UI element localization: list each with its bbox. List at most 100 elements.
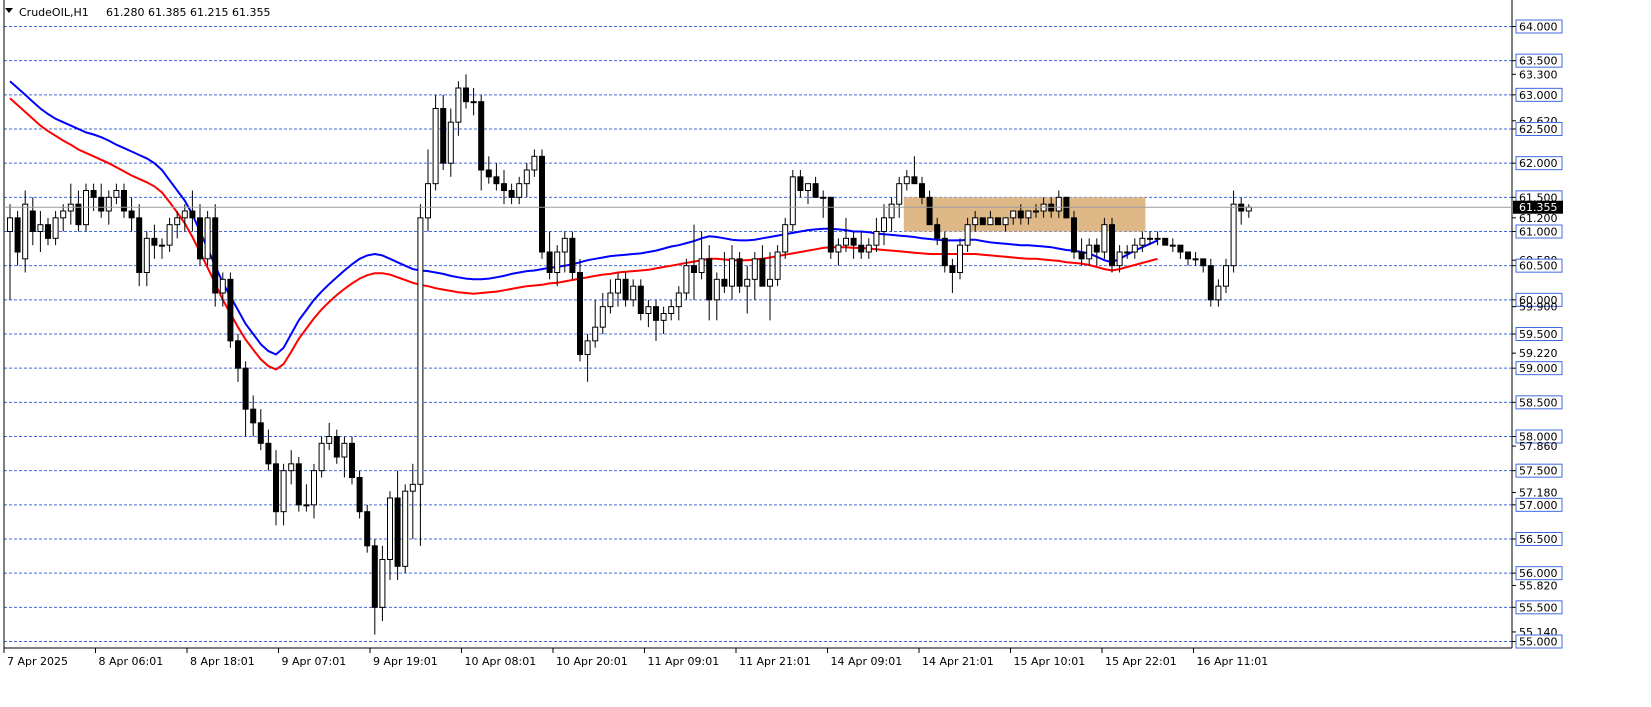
candle: [212, 204, 219, 307]
candle-body: [1093, 244, 1100, 253]
candle: [45, 217, 51, 246]
chart-header: CrudeOIL,H1 61.280 61.385 61.215 61.355: [5, 6, 270, 19]
candle-body: [1192, 258, 1199, 261]
candle: [235, 334, 241, 382]
candle: [485, 156, 492, 184]
candle-body: [1200, 258, 1207, 267]
price-label: 56.000: [1519, 567, 1558, 580]
candle: [447, 108, 454, 177]
candle: [911, 156, 918, 185]
candle-body: [280, 470, 287, 513]
price-label: 57.000: [1519, 499, 1558, 512]
candle: [645, 299, 652, 328]
candle: [744, 265, 751, 314]
candle-body: [843, 237, 849, 246]
ohlc-readout: 61.280 61.385 61.215 61.355: [106, 6, 270, 19]
candle: [151, 224, 158, 259]
candle: [979, 217, 986, 226]
candle: [1200, 258, 1207, 273]
candle-body: [1078, 251, 1085, 260]
collapse-triangle-icon[interactable]: [5, 8, 13, 13]
candle-body: [1185, 251, 1191, 260]
candle: [1223, 258, 1229, 293]
candle: [250, 395, 257, 437]
candle: [1207, 258, 1214, 307]
candle: [242, 361, 249, 437]
candle: [516, 176, 523, 205]
candle-body: [463, 87, 469, 103]
candle-body: [1055, 196, 1062, 212]
candle: [812, 176, 819, 198]
price-label: 64.000: [1519, 21, 1558, 34]
candle: [463, 74, 469, 109]
candle: [379, 545, 386, 621]
candle-body: [820, 196, 827, 199]
candle-body: [1025, 210, 1032, 219]
candle-body: [387, 497, 393, 560]
candle-body: [782, 224, 789, 253]
candle-body: [242, 367, 249, 410]
price-label: 59.000: [1519, 362, 1558, 375]
price-label: 57.500: [1519, 465, 1558, 478]
candle-body: [546, 251, 553, 273]
candle-body: [949, 265, 956, 273]
candle: [356, 470, 363, 519]
candle-body: [736, 258, 743, 287]
candle-body: [607, 292, 614, 308]
candle: [949, 258, 956, 293]
candle-body: [987, 217, 994, 226]
candle-body: [630, 285, 637, 301]
candle: [37, 211, 44, 252]
candle-body: [295, 463, 302, 506]
price-label: 61.000: [1519, 226, 1558, 239]
candle-body: [98, 196, 105, 212]
candle-body: [273, 463, 279, 513]
candle-body: [668, 306, 675, 314]
candle-body: [227, 278, 234, 342]
candle: [1215, 279, 1222, 307]
candle: [67, 183, 74, 225]
candle: [858, 231, 865, 259]
candle: [333, 429, 340, 464]
candle-body: [22, 203, 29, 260]
candle: [402, 484, 409, 574]
candle: [371, 539, 378, 635]
time-axis: 7 Apr 2025 8 Apr 06:01 8 Apr 18:01 9 Apr 07…: [3, 648, 1268, 668]
candle: [303, 484, 310, 512]
candle-body: [60, 210, 67, 219]
candle-body: [90, 190, 97, 198]
candle-body: [478, 101, 485, 171]
price-label: 63.000: [1519, 89, 1558, 102]
price-label: 59.500: [1519, 328, 1558, 341]
price-label: 62.000: [1519, 157, 1558, 170]
candle-body: [455, 87, 462, 123]
price-label: 55.000: [1519, 636, 1558, 649]
candle-body: [934, 224, 941, 239]
candle: [288, 450, 295, 485]
price-label: 63.500: [1519, 55, 1558, 68]
candle-body: [136, 217, 143, 273]
time-label: 14 Apr 09:01: [831, 655, 903, 668]
candle: [440, 94, 447, 170]
price-label: 57.860: [1519, 440, 1558, 453]
symbol-label: CrudeOIL,H1: [19, 6, 89, 19]
candle-body: [128, 210, 135, 219]
candle-body: [181, 210, 188, 219]
price-chart[interactable]: 64.00063.50063.30063.00062.62062.50062.0…: [0, 0, 1651, 707]
candle: [903, 170, 910, 191]
candle: [751, 252, 758, 300]
candle-body: [219, 278, 226, 294]
candle: [409, 463, 416, 539]
candle-body: [698, 258, 705, 274]
price-label: 55.820: [1519, 579, 1558, 592]
candle-body: [1139, 237, 1146, 246]
candle-body: [1154, 237, 1161, 240]
candle-body: [827, 196, 834, 253]
candle: [546, 231, 553, 280]
time-label: 9 Apr 07:01: [282, 655, 347, 668]
candle: [387, 491, 393, 580]
candle: [660, 306, 667, 334]
candle-body: [303, 504, 310, 507]
candle: [835, 238, 842, 266]
candle: [189, 190, 196, 232]
